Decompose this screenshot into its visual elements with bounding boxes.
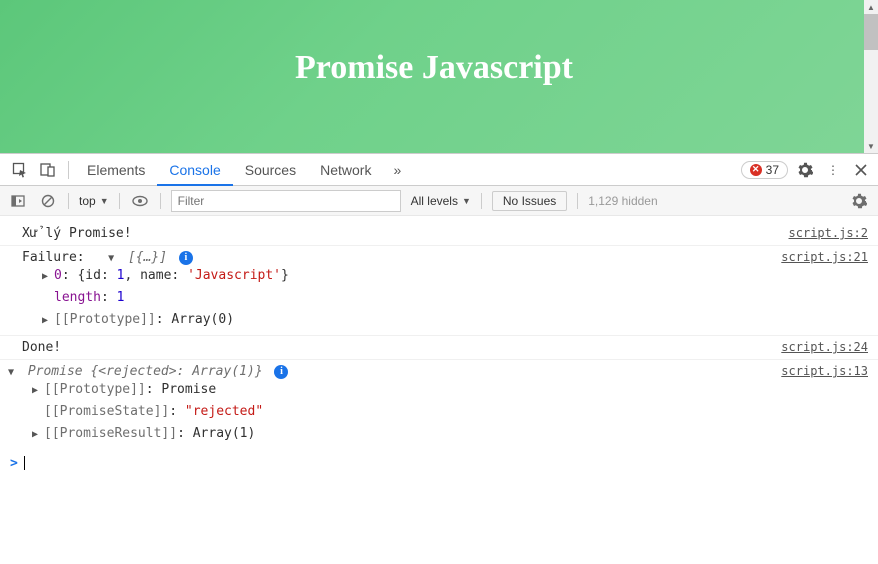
log-message: Done! — [22, 340, 781, 355]
promise-result-value: Array(1) — [193, 426, 256, 441]
devtools-panel: Elements Console Sources Network » ✕ 37 … — [0, 153, 878, 477]
inspect-icon[interactable] — [6, 156, 34, 184]
console-input-row[interactable]: > — [0, 450, 878, 477]
console-row: Done! script.js:24 — [0, 336, 878, 360]
more-menu-icon[interactable]: ⋮ — [822, 159, 844, 181]
chevron-down-icon: ▼ — [462, 196, 471, 206]
info-icon[interactable]: i — [179, 251, 193, 265]
gear-icon[interactable] — [794, 159, 816, 181]
console-row: Xử lý Promise! script.js:2 — [0, 222, 878, 246]
failure-label: Failure: — [22, 250, 85, 265]
length-value: 1 — [117, 290, 125, 305]
promise-state-key: [[PromiseState]] — [44, 404, 169, 419]
separator — [481, 193, 482, 209]
separator — [577, 193, 578, 209]
source-link[interactable]: script.js:13 — [781, 364, 868, 378]
caret — [24, 456, 25, 470]
issues-button[interactable]: No Issues — [492, 191, 567, 211]
disclosure-right-icon[interactable]: ▶ — [32, 382, 44, 399]
error-icon: ✕ — [750, 164, 762, 176]
console-toolbar: top ▼ All levels ▼ No Issues 1,129 hidde… — [0, 186, 878, 216]
console-settings-icon[interactable] — [848, 190, 870, 212]
console-row-promise: ▼ Promise {<rejected>: Array(1)} i ▶[[Pr… — [0, 360, 878, 449]
vertical-scrollbar[interactable]: ▲ ▼ — [864, 0, 878, 153]
scroll-up-icon[interactable]: ▲ — [864, 0, 878, 14]
device-toolbar-icon[interactable] — [34, 156, 62, 184]
clear-console-icon[interactable] — [38, 191, 58, 211]
separator — [68, 161, 69, 179]
disclosure-right-icon[interactable]: ▶ — [42, 268, 54, 285]
tab-elements[interactable]: Elements — [75, 154, 157, 186]
promise-result-key: [[PromiseResult]] — [44, 426, 177, 441]
scroll-down-icon[interactable]: ▼ — [864, 139, 878, 153]
chevron-down-icon: ▼ — [100, 196, 109, 206]
disclosure-right-icon[interactable]: ▶ — [42, 312, 54, 329]
separator — [160, 193, 161, 209]
promise-state-value: "rejected" — [185, 404, 263, 419]
live-expression-icon[interactable] — [130, 191, 150, 211]
disclosure-down-icon[interactable]: ▼ — [108, 253, 120, 264]
filter-input[interactable] — [171, 190, 401, 212]
prompt-icon: > — [10, 456, 18, 471]
hidden-count: 1,129 hidden — [588, 194, 657, 208]
scrollbar-thumb[interactable] — [864, 14, 878, 50]
prototype-value: Array(0) — [171, 312, 234, 327]
levels-label: All levels — [411, 194, 458, 208]
promise-preview[interactable]: Promise {<rejected>: Array(1)} — [28, 364, 263, 379]
length-key: length — [54, 290, 101, 305]
source-link[interactable]: script.js:24 — [781, 340, 868, 354]
error-badge[interactable]: ✕ 37 — [741, 161, 788, 179]
tab-network[interactable]: Network — [308, 154, 383, 186]
sidebar-toggle-icon[interactable] — [8, 191, 28, 211]
console-row-failure: Failure: ▼ [{…}] i ▶0: {id: 1, name: 'Ja… — [0, 246, 878, 336]
index-key: 0 — [54, 268, 62, 283]
prototype-value: Promise — [161, 382, 216, 397]
console-output: Xử lý Promise! script.js:2 Failure: ▼ [{… — [0, 216, 878, 477]
tab-console[interactable]: Console — [157, 154, 232, 186]
page-title: Promise Javascript — [295, 49, 573, 87]
source-link[interactable]: script.js:21 — [781, 250, 868, 264]
info-icon[interactable]: i — [274, 365, 288, 379]
close-devtools-icon[interactable] — [850, 159, 872, 181]
tab-sources[interactable]: Sources — [233, 154, 308, 186]
log-message: Xử lý Promise! — [22, 226, 789, 241]
tabs-overflow[interactable]: » — [383, 162, 411, 178]
prototype-key: [[Prototype]] — [44, 382, 146, 397]
devtools-tabbar: Elements Console Sources Network » ✕ 37 … — [0, 154, 878, 186]
prototype-key: [[Prototype]] — [54, 312, 156, 327]
error-count: 37 — [766, 163, 779, 177]
context-selector[interactable]: top ▼ — [79, 194, 109, 208]
disclosure-right-icon[interactable]: ▶ — [32, 426, 44, 443]
levels-selector[interactable]: All levels ▼ — [411, 194, 471, 208]
array-preview[interactable]: [{…}] — [128, 250, 167, 265]
page-viewport: Promise Javascript — [0, 0, 868, 153]
context-label: top — [79, 194, 96, 208]
separator — [119, 193, 120, 209]
separator — [68, 193, 69, 209]
source-link[interactable]: script.js:2 — [789, 226, 868, 240]
disclosure-down-icon[interactable]: ▼ — [8, 367, 20, 378]
